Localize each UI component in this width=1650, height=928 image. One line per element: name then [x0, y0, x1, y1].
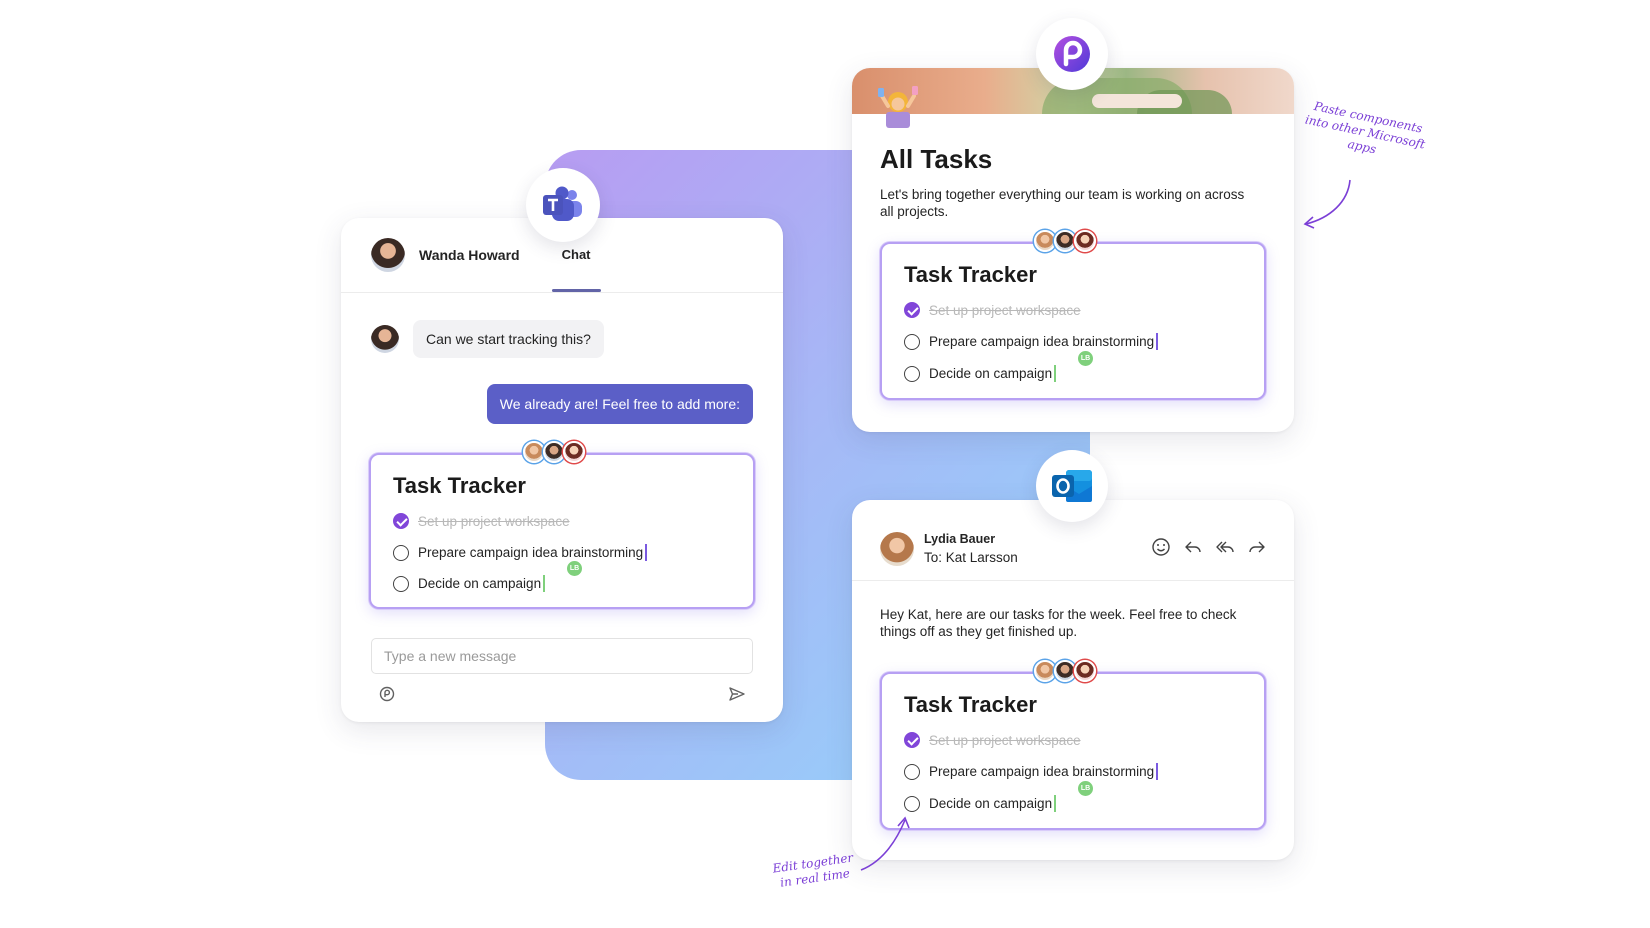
task-label[interactable]: Decide on campaign — [929, 796, 1052, 811]
outlook-mail-card: Lydia Bauer To: Kat Larsson Hey Kat, her… — [852, 500, 1294, 860]
text-cursor — [1156, 333, 1158, 350]
task-item[interactable]: Decide on campaign LB — [904, 781, 1093, 812]
mail-body: Hey Kat, here are our tasks for the week… — [880, 607, 1237, 639]
task-item[interactable]: Prepare campaign idea brainstorming — [904, 763, 1158, 780]
coauthor-tag: LB — [567, 561, 582, 576]
checkbox-checked-icon[interactable] — [904, 732, 920, 748]
coauthor-avatars — [523, 441, 585, 463]
task-label[interactable]: Prepare campaign idea brainstorming — [929, 334, 1154, 349]
avatar[interactable] — [880, 532, 914, 566]
task-label: Set up project workspace — [418, 513, 570, 529]
avatar — [543, 441, 565, 463]
avatar[interactable] — [371, 238, 405, 272]
chat-user-name[interactable]: Wanda Howard — [419, 247, 520, 263]
page-title: All Tasks — [880, 144, 993, 174]
loop-workspace-card: All Tasks Let's bring together everythin… — [852, 68, 1294, 432]
outgoing-message: We already are! Feel free to add more: — [486, 384, 753, 424]
checkbox-checked-icon[interactable] — [393, 513, 409, 529]
tracker-title: Task Tracker — [393, 473, 526, 498]
reply-all-icon[interactable] — [1214, 536, 1236, 558]
coauthor-cursor — [1054, 795, 1056, 812]
coauthor-tag: LB — [1078, 781, 1093, 796]
checkbox-checked-icon[interactable] — [904, 302, 920, 318]
loop-compose-icon[interactable] — [377, 684, 397, 704]
coauthor-avatars — [1034, 230, 1096, 252]
task-tracker-component[interactable]: Task Tracker Set up project workspace Pr… — [369, 441, 755, 609]
teams-badge — [526, 168, 600, 242]
incoming-message-row: Can we start tracking this? — [371, 320, 604, 358]
checkbox-icon[interactable] — [904, 763, 920, 780]
outlook-logo-icon — [1052, 470, 1092, 502]
checkbox-icon[interactable] — [393, 544, 409, 561]
task-item[interactable]: Prepare campaign idea brainstorming — [393, 544, 647, 561]
checkbox-icon[interactable] — [393, 575, 409, 592]
task-label: Set up project workspace — [929, 732, 1081, 748]
coauthor-avatars — [1034, 660, 1096, 682]
avatar — [563, 441, 585, 463]
smiley-icon[interactable] — [1150, 536, 1172, 558]
avatar — [1034, 660, 1056, 682]
avatar — [1054, 230, 1076, 252]
task-item[interactable]: Decide on campaign LB — [393, 561, 582, 592]
avatar — [1074, 660, 1096, 682]
mail-actions — [1150, 536, 1268, 558]
avatar — [1074, 230, 1096, 252]
task-item[interactable]: Set up project workspace — [904, 732, 1081, 748]
avatar — [523, 441, 545, 463]
task-label[interactable]: Decide on campaign — [929, 366, 1052, 381]
task-item[interactable]: Decide on campaign LB — [904, 351, 1093, 382]
forward-icon[interactable] — [1246, 536, 1268, 558]
tracker-title: Task Tracker — [904, 262, 1037, 287]
text-cursor — [645, 544, 647, 561]
reply-icon[interactable] — [1182, 536, 1204, 558]
tracker-title: Task Tracker — [904, 692, 1037, 717]
task-label[interactable]: Decide on campaign — [418, 576, 541, 591]
loop-logo-icon — [1054, 36, 1090, 72]
celebration-figure-icon — [878, 86, 918, 128]
page-description: Let's bring together everything our team… — [880, 187, 1245, 219]
compose-toolbar — [377, 684, 747, 706]
outlook-badge — [1036, 450, 1108, 522]
task-item[interactable]: Set up project workspace — [393, 513, 570, 529]
annotation-edit-together: Edit together in real time — [764, 849, 863, 892]
annotation-paste-components: Paste components into other Microsoft ap… — [1297, 97, 1434, 168]
message-input[interactable]: Type a new message — [371, 638, 753, 674]
avatar — [1034, 230, 1056, 252]
task-label[interactable]: Prepare campaign idea brainstorming — [418, 545, 643, 560]
avatar — [1054, 660, 1076, 682]
annotation-arrow-icon — [860, 816, 910, 871]
text-cursor — [1156, 763, 1158, 780]
mail-sender[interactable]: Lydia Bauer — [924, 532, 995, 546]
coauthor-cursor — [1054, 365, 1056, 382]
avatar — [371, 325, 399, 353]
annotation-text: Paste components into other Microsoft ap… — [1303, 99, 1427, 157]
annotation-arrow-icon — [1303, 179, 1351, 229]
task-item[interactable]: Prepare campaign idea brainstorming — [904, 333, 1158, 350]
task-label: Set up project workspace — [929, 302, 1081, 318]
task-label[interactable]: Prepare campaign idea brainstorming — [929, 764, 1154, 779]
mail-recipient: To: Kat Larsson — [924, 550, 1018, 565]
teams-chat-card: Wanda Howard Chat Can we start tracking … — [341, 218, 783, 722]
coauthor-cursor — [543, 575, 545, 592]
coauthor-tag: LB — [1078, 351, 1093, 366]
checkbox-icon[interactable] — [904, 795, 920, 812]
checkbox-icon[interactable] — [904, 365, 920, 382]
incoming-message: Can we start tracking this? — [413, 320, 604, 358]
task-item[interactable]: Set up project workspace — [904, 302, 1081, 318]
loop-badge — [1036, 18, 1108, 90]
checkbox-icon[interactable] — [904, 333, 920, 350]
stage: Wanda Howard Chat Can we start tracking … — [0, 0, 1650, 928]
teams-logo-icon — [543, 186, 582, 221]
send-icon[interactable] — [727, 684, 747, 704]
task-tracker-component[interactable]: Task Tracker Set up project workspace Pr… — [880, 230, 1266, 400]
task-tracker-component[interactable]: Task Tracker Set up project workspace Pr… — [880, 660, 1266, 830]
annotation-text: Edit together in real time — [771, 850, 855, 890]
